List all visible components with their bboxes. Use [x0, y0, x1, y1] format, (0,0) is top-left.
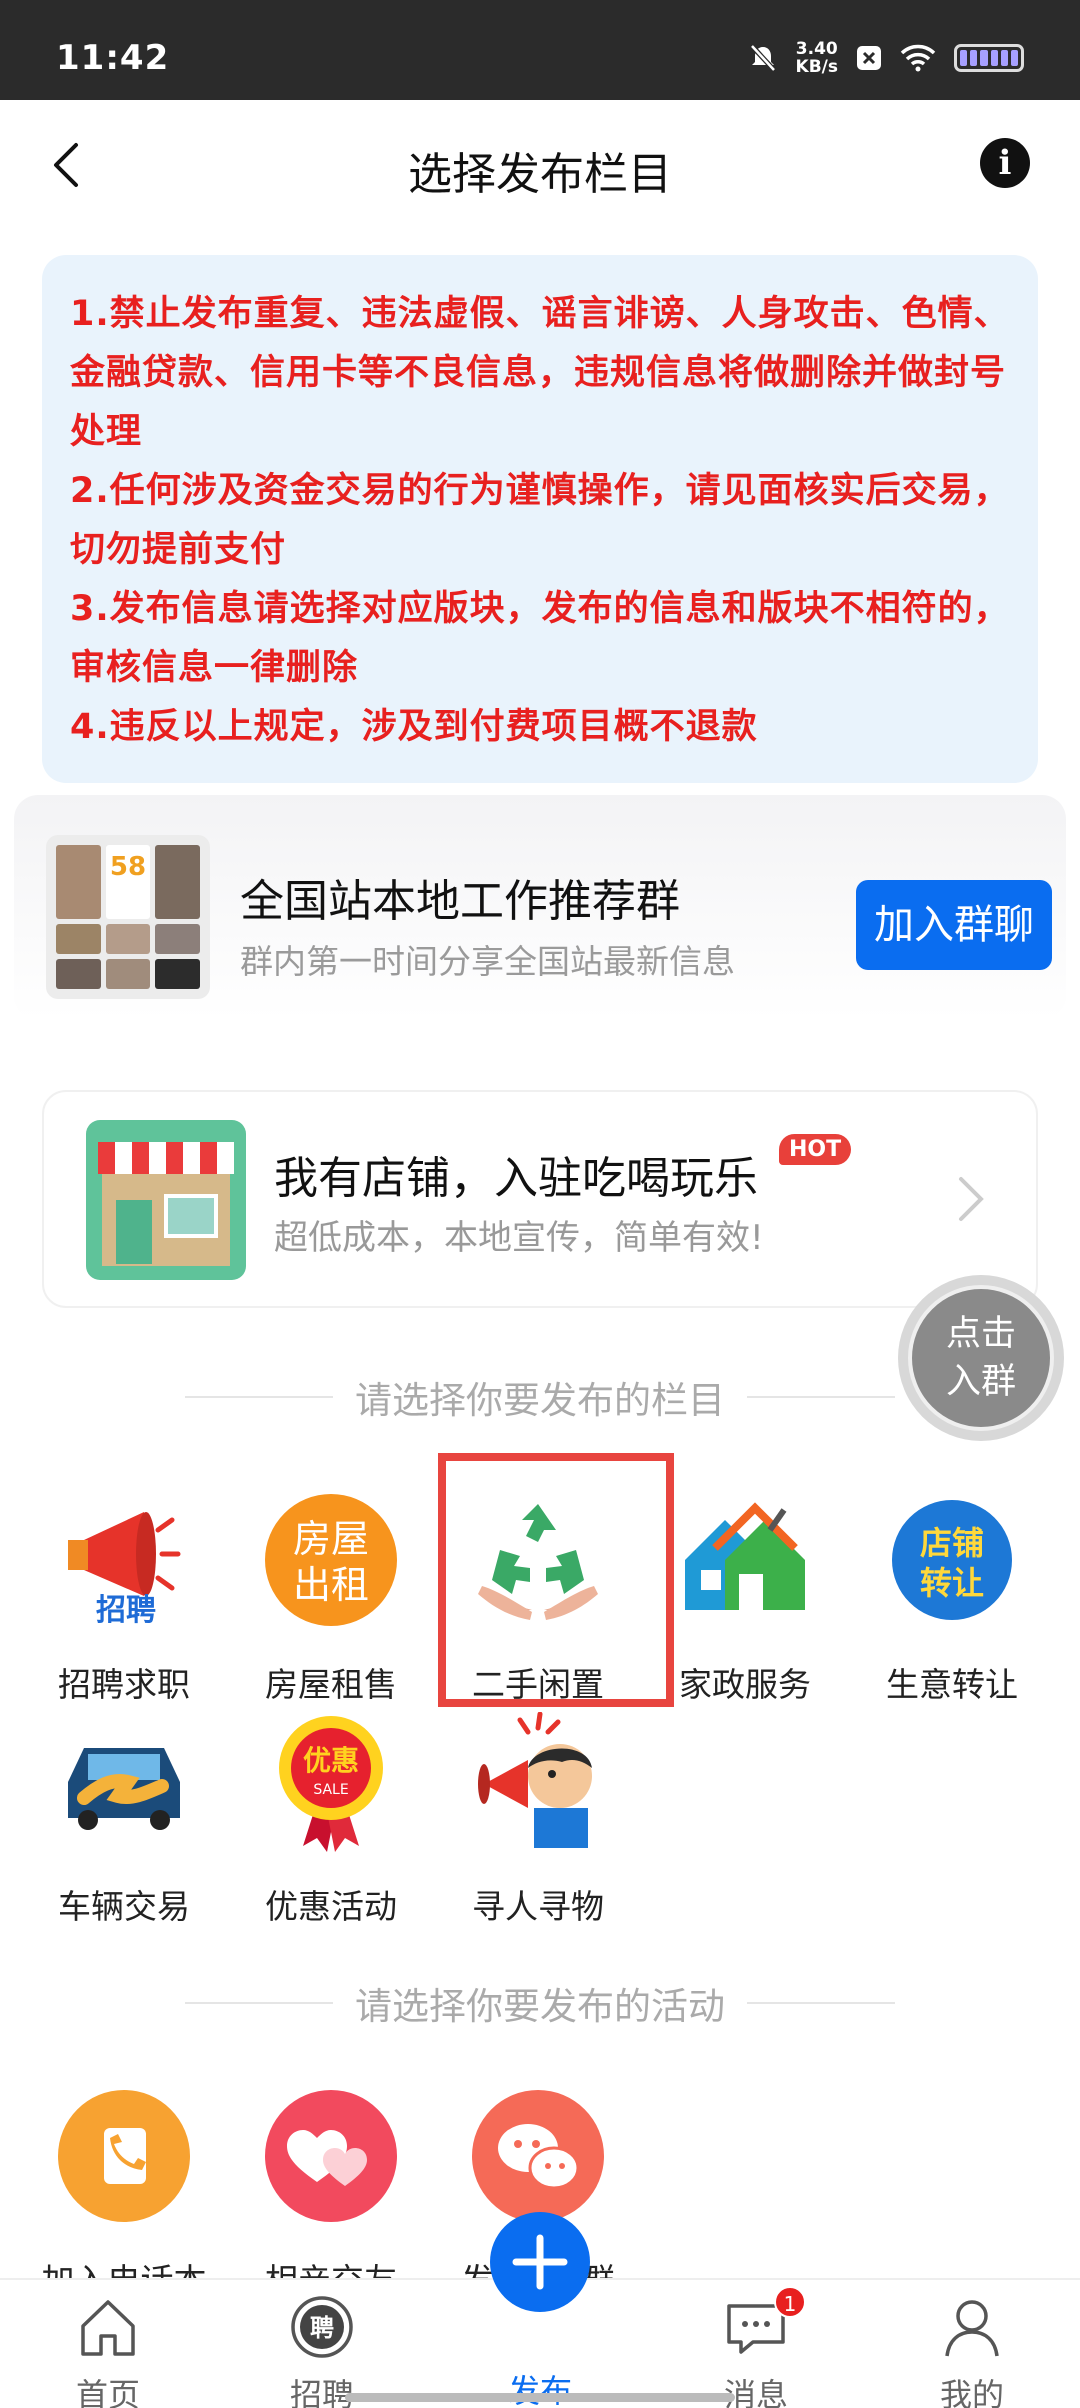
selection-highlight	[438, 1453, 674, 1707]
float-join-inner: 点击 入群	[908, 1285, 1054, 1431]
info-icon[interactable]: i	[980, 138, 1030, 188]
mute-bell-icon	[749, 44, 776, 72]
category-label: 优惠活动	[265, 1887, 397, 1926]
wechat-group-icon	[472, 2090, 604, 2222]
store-title: 我有店铺，入驻吃喝玩乐	[274, 1153, 758, 1204]
nav-home-label: 首页	[75, 2376, 140, 2408]
nav-hire[interactable]: 聘 招聘	[252, 2294, 392, 2408]
home-service-icon	[685, 1502, 805, 1610]
shop-icon-text1: 店铺	[920, 1524, 984, 1562]
nav-home[interactable]: 首页	[38, 2294, 178, 2408]
category-job[interactable]: 招聘 招聘求职	[24, 1490, 224, 1706]
nav-hire-label: 招聘	[289, 2376, 354, 2408]
section-columns-heading: 请选择你要发布的栏目	[185, 1370, 895, 1424]
battery-icon	[954, 44, 1024, 72]
nav-messages[interactable]: 消息	[686, 2294, 826, 2408]
hire-icon: 聘	[291, 2296, 353, 2358]
join-group-button[interactable]: 加入群聊	[856, 880, 1052, 970]
store-card[interactable]: 我有店铺，入驻吃喝玩乐 HOT 超低成本，本地宣传，简单有效!	[42, 1090, 1038, 1308]
home-icon	[81, 2300, 135, 2356]
nav-profile-label: 我的	[939, 2376, 1004, 2408]
rule-1: 1.禁止发布重复、违法虚假、谣言诽谤、人身攻击、色情、金融贷款、信用卡等不良信息…	[70, 294, 1010, 452]
category-label: 生意转让	[886, 1665, 1018, 1704]
category-lost-found[interactable]: 寻人寻物	[438, 1711, 638, 1928]
screen: 11:42 3.40 KB/s 选择发布栏目 i 1.禁止发布重复、违法虚假、谣…	[0, 0, 1080, 2408]
status-time: 11:42	[56, 38, 170, 78]
category-label: 寻人寻物	[472, 1887, 604, 1926]
float-join-line1: 点击	[945, 1314, 1016, 1354]
rule-2: 2.任何涉及资金交易的行为谨慎操作，请见面核实后交易，切勿提前支付	[70, 471, 1010, 570]
section-activities-heading-text: 请选择你要发布的活动	[355, 1985, 725, 2028]
status-bar: 11:42 3.40 KB/s	[0, 0, 1080, 100]
shop-icon-text2: 转让	[920, 1564, 984, 1602]
house-icon-text1: 房屋	[293, 1517, 369, 1561]
category-business-transfer[interactable]: 店铺 转让 生意转让	[852, 1490, 1052, 1706]
house-icon-text2: 出租	[293, 1563, 369, 1607]
person-icon	[945, 2300, 999, 2357]
wifi-icon	[900, 44, 936, 72]
nav-messages-label: 消息	[723, 2376, 788, 2408]
hire-nav-icon-text: 聘	[310, 2314, 334, 2342]
storefront-icon	[86, 1120, 246, 1280]
activity-phonebook[interactable]: 加入电话本	[24, 2086, 224, 2302]
category-label: 招聘求职	[58, 1665, 190, 1704]
sale-medal-icon: 优惠 SALE	[279, 1716, 383, 1852]
net-speed-value: 3.40	[795, 39, 838, 59]
search-person-icon	[478, 1711, 592, 1848]
status-icons: 3.40 KB/s	[748, 40, 1024, 76]
group-title: 全国站本地工作推荐群	[240, 876, 680, 927]
rules-notice: 1.禁止发布重复、违法虚假、谣言诽谤、人身攻击、色情、金融贷款、信用卡等不良信息…	[42, 255, 1038, 783]
hire-icon-text: 招聘	[96, 1593, 156, 1628]
car-deal-icon	[68, 1748, 180, 1830]
category-housekeeping[interactable]: 家政服务	[645, 1490, 845, 1706]
shop-transfer-icon: 店铺 转让	[892, 1500, 1012, 1620]
hearts-icon	[265, 2090, 397, 2222]
category-label: 车辆交易	[58, 1887, 190, 1926]
title-bar: 选择发布栏目 i	[0, 100, 1080, 230]
group-avatar-logo: 58	[109, 852, 147, 882]
store-subtitle: 超低成本，本地宣传，简单有效!	[274, 1218, 764, 1258]
group-subtitle: 群内第一时间分享全国站最新信息	[240, 942, 735, 981]
phonebook-icon	[58, 2090, 190, 2222]
rule-3: 3.发布信息请选择对应版块，发布的信息和版块不相符的，审核信息一律删除	[70, 589, 1010, 688]
group-avatar: 58	[46, 835, 210, 999]
rule-4: 4.违反以上规定，涉及到付费项目概不退款	[70, 707, 758, 747]
sale-icon-text2: SALE	[313, 1782, 348, 1798]
chevron-right-icon	[959, 1177, 984, 1221]
float-join-group-button[interactable]: 点击 入群	[898, 1275, 1064, 1441]
section-activities-heading: 请选择你要发布的活动	[185, 1976, 895, 2030]
section-columns-heading-text: 请选择你要发布的栏目	[355, 1379, 725, 1422]
message-badge: 1	[774, 2286, 806, 2318]
sale-icon-text1: 优惠	[303, 1744, 359, 1777]
house-rent-icon: 房屋 出租	[265, 1494, 397, 1626]
megaphone-hire-icon: 招聘	[68, 1512, 181, 1628]
float-join-line2: 入群	[945, 1362, 1016, 1402]
category-label: 家政服务	[679, 1665, 811, 1704]
nav-profile[interactable]: 我的	[902, 2294, 1042, 2408]
category-vehicle[interactable]: 车辆交易	[24, 1712, 224, 1928]
app-notification-icon	[857, 46, 881, 70]
category-label: 房屋租售	[265, 1665, 397, 1704]
page-title: 选择发布栏目	[408, 149, 672, 200]
hot-badge: HOT	[779, 1134, 852, 1165]
plus-icon	[512, 2234, 568, 2290]
category-house[interactable]: 房屋 出租 房屋租售	[231, 1490, 431, 1706]
home-indicator[interactable]	[345, 2393, 735, 2402]
net-speed-unit: KB/s	[795, 57, 838, 77]
group-card[interactable]: 58 全国站本地工作推荐群 群内第一时间分享全国站最新信息 加入群聊	[14, 795, 1066, 1020]
publish-button[interactable]	[490, 2212, 590, 2312]
net-speed: 3.40 KB/s	[796, 40, 838, 76]
category-promotion[interactable]: 优惠 SALE 优惠活动	[231, 1712, 431, 1928]
activity-dating[interactable]: 相亲交友	[231, 2086, 431, 2302]
